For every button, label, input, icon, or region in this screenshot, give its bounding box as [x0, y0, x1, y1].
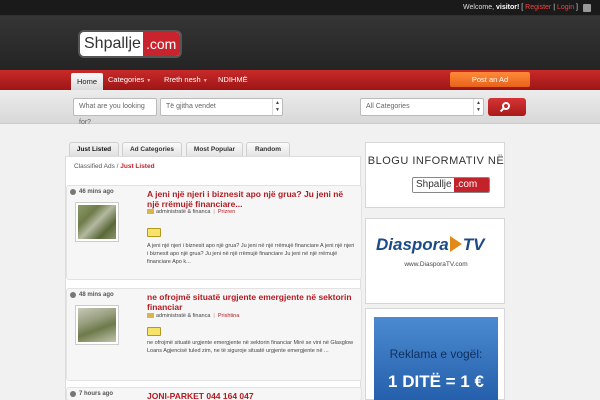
- listing-thumbnail[interactable]: [75, 305, 119, 345]
- select-arrows-icon: ▲ ▼: [272, 99, 282, 115]
- folder-icon: [147, 313, 154, 319]
- main-content: Just Listed Ad Categories Most Popular R…: [65, 137, 362, 400]
- blog-logo-text: Shpallje: [413, 178, 454, 192]
- tab-ad-categories[interactable]: Ad Categories: [122, 142, 182, 156]
- select-arrows-icon: ▲ ▼: [473, 99, 483, 115]
- logo-suffix: .com: [142, 32, 180, 56]
- clock-icon: [70, 391, 76, 397]
- login-link[interactable]: Login: [557, 4, 574, 11]
- diaspora-tv-banner[interactable]: Diaspora TV www.DiasporaTV.com: [365, 218, 505, 304]
- rss-icon[interactable]: [583, 4, 591, 12]
- search-input[interactable]: What are you looking for?: [73, 98, 157, 126]
- chevron-down-icon: ▼: [146, 78, 152, 84]
- play-arrow-icon: [450, 236, 462, 252]
- listing-tabs: Just Listed Ad Categories Most Popular R…: [65, 142, 361, 156]
- small-ad-line2: 1 DITË = 1 €: [388, 372, 484, 391]
- category-value: All Categories: [366, 103, 410, 110]
- list-item: 48 mins ago ne ofrojmë situatë urgjente …: [66, 288, 362, 381]
- meta-separator: |: [213, 313, 215, 319]
- listing-description: A jeni një njeri i biznesit apo një grua…: [147, 243, 355, 265]
- location-value: Të gjitha vendet: [166, 103, 216, 110]
- bracket-close: ]: [574, 4, 578, 11]
- register-link[interactable]: Register: [525, 4, 551, 11]
- listing-time: 46 mins ago: [67, 186, 137, 198]
- listing-time: 48 mins ago: [67, 289, 137, 301]
- list-item: 46 mins ago A jeni një njeri i biznesit …: [66, 185, 362, 280]
- list-item: 7 hours ago JONI-PARKET 044 164 047: [66, 387, 362, 400]
- listing-time: 7 hours ago: [67, 388, 137, 400]
- search-button[interactable]: [488, 98, 526, 116]
- meta-separator: |: [213, 209, 215, 215]
- diaspora-name: Diaspora: [376, 235, 449, 254]
- listing-panel: Classified Ads / Just Listed 46 mins ago…: [65, 156, 362, 400]
- clock-icon: [70, 189, 76, 195]
- listing-category[interactable]: administratë & financa: [156, 209, 210, 215]
- nav-home[interactable]: Home: [71, 73, 104, 90]
- money-photo: [78, 205, 116, 239]
- logo-text: Shpallje: [84, 35, 141, 52]
- listing-time-text: 7 hours ago: [79, 391, 114, 397]
- site-header: Welcome, visitor! [ Register | Login ] S…: [0, 0, 600, 70]
- small-ad-background: Reklama e vogël: 1 DITË = 1 €: [374, 317, 498, 400]
- top-bar: Welcome, visitor! [ Register | Login ]: [0, 0, 600, 16]
- nav-categories[interactable]: Categories ▼: [102, 70, 157, 90]
- listing-time-text: 48 mins ago: [79, 292, 114, 298]
- breadcrumb-current: Just Listed: [120, 163, 155, 170]
- listing-thumbnail[interactable]: [75, 202, 119, 242]
- listing-category[interactable]: administratë & financa: [156, 313, 210, 319]
- diaspora-tv-label: TV: [462, 235, 485, 254]
- search-icon-handle: [499, 107, 505, 113]
- diaspora-title: Diaspora TV: [376, 235, 484, 255]
- nav-categories-label: Categories: [108, 75, 145, 84]
- welcome-prefix: Welcome,: [463, 4, 496, 11]
- listing-location[interactable]: Prishtina: [218, 313, 239, 319]
- listing-title[interactable]: ne ofrojmë situatë urgjente emergjente n…: [147, 292, 357, 312]
- site-logo[interactable]: Shpallje .com: [80, 32, 180, 56]
- listing-location[interactable]: Prizren: [218, 209, 235, 215]
- clock-icon: [70, 292, 76, 298]
- location-select[interactable]: Të gjitha vendet ▲ ▼: [160, 98, 283, 116]
- listing-time-text: 46 mins ago: [79, 189, 114, 195]
- price-tag-icon: [147, 228, 161, 237]
- nav-about[interactable]: Rreth nesh ▼: [158, 70, 214, 90]
- price-tag-icon: [147, 327, 161, 336]
- diaspora-url: www.DiasporaTV.com: [404, 261, 468, 268]
- tab-random[interactable]: Random: [246, 142, 290, 156]
- blog-banner[interactable]: BLOGU INFORMATIV NË Shpallje .com: [365, 142, 505, 208]
- post-ad-button[interactable]: Post an Ad: [450, 72, 530, 87]
- tab-most-popular[interactable]: Most Popular: [186, 142, 243, 156]
- category-select[interactable]: All Categories ▲ ▼: [360, 98, 484, 116]
- listing-meta: administratë & financa | Prizren: [147, 209, 235, 215]
- listing-title[interactable]: JONI-PARKET 044 164 047: [147, 391, 357, 400]
- tab-just-listed[interactable]: Just Listed: [69, 142, 119, 156]
- chevron-down-icon: ▼: [202, 78, 208, 84]
- listing-title[interactable]: A jeni një njeri i biznesit apo një grua…: [147, 189, 357, 209]
- listing-meta: administratë & financa | Prishtina: [147, 313, 239, 319]
- nav-about-label: Rreth nesh: [164, 75, 201, 84]
- folder-icon: [147, 209, 154, 215]
- breadcrumb-root[interactable]: Classified Ads: [74, 163, 115, 170]
- listing-description: ne ofrojmë situatë urgjente emergjente n…: [147, 340, 354, 354]
- blog-banner-title: BLOGU INFORMATIV NË: [367, 155, 505, 167]
- welcome-text: Welcome, visitor! [ Register | Login ]: [463, 4, 578, 11]
- money-photo: [78, 308, 116, 342]
- blog-banner-logo: Shpallje .com: [412, 177, 490, 193]
- nav-help[interactable]: NDIHMË: [212, 70, 254, 90]
- small-ad-banner[interactable]: Reklama e vogël: 1 DITË = 1 €: [365, 308, 505, 400]
- blog-logo-suffix: .com: [453, 178, 489, 192]
- breadcrumb: Classified Ads / Just Listed: [74, 163, 155, 170]
- small-ad-line1: Reklama e vogël:: [389, 347, 483, 361]
- visitor-name: visitor!: [495, 4, 520, 11]
